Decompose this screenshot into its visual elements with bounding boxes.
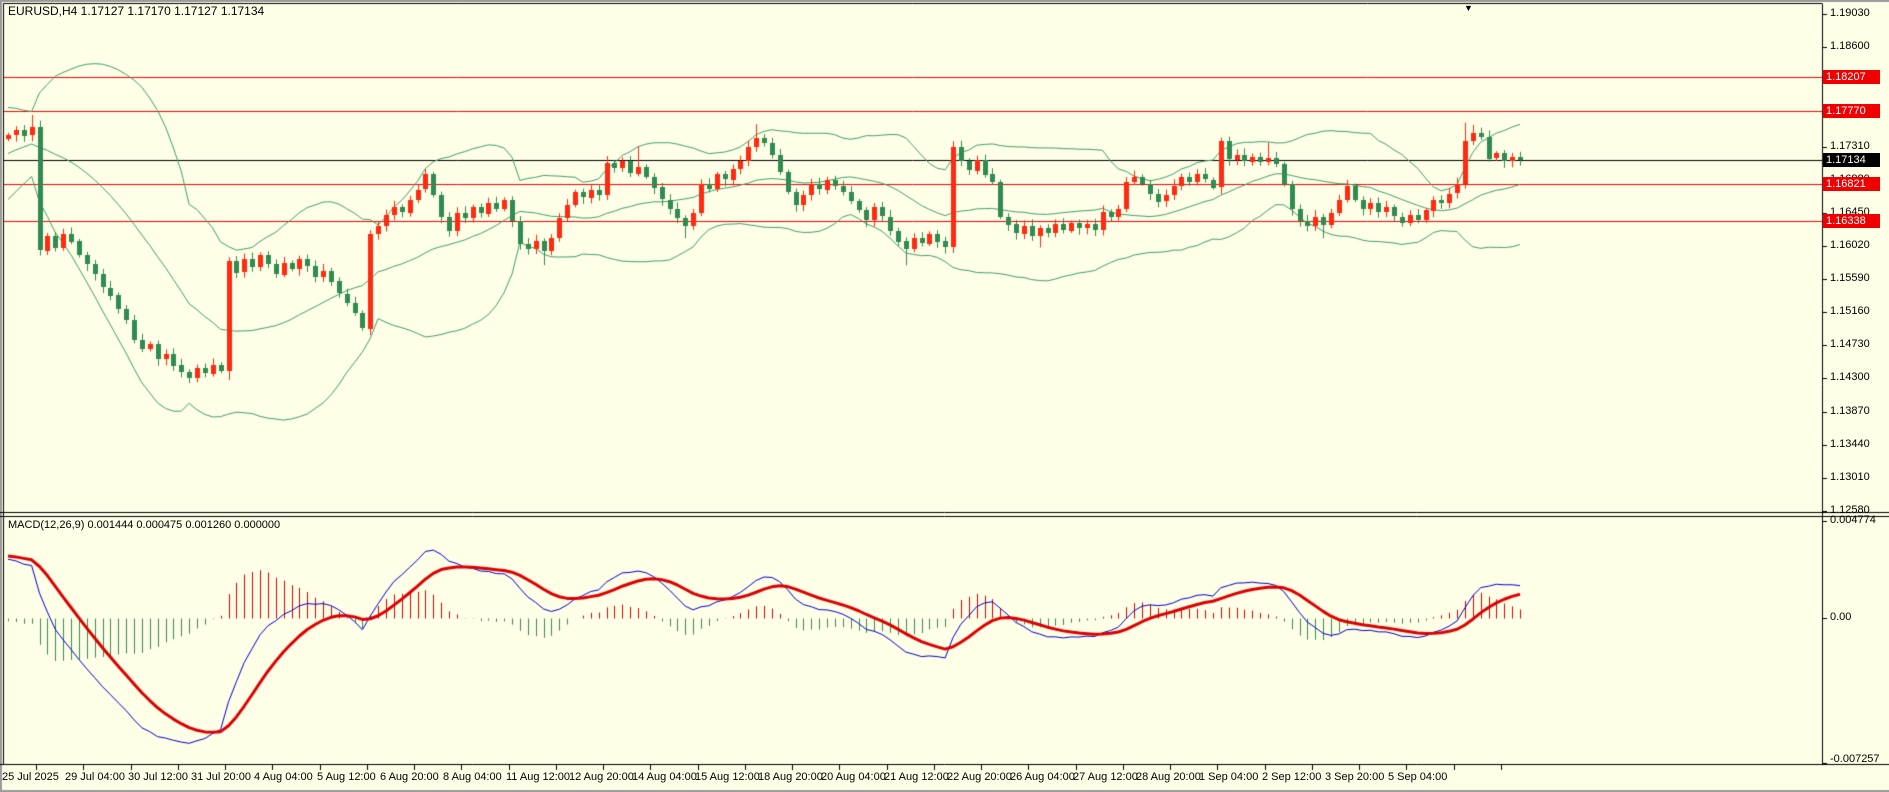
time-tick-label: 5 Sep 04:00 [1388, 771, 1447, 784]
time-tick-label: 18 Aug 20:00 [758, 771, 823, 784]
macd-axis-zero-label: 0.00 [1830, 611, 1851, 624]
time-tick-label: 31 Jul 20:00 [191, 771, 251, 784]
time-tick-label: 26 Aug 04:00 [1010, 771, 1075, 784]
time-tick-label: 25 Jul 2025 [2, 771, 59, 784]
time-tick-label: 14 Aug 04:00 [632, 771, 697, 784]
time-tick-label: 22 Aug 20:00 [947, 771, 1012, 784]
level-price-tag[interactable]: 1.18207 [1823, 70, 1880, 84]
time-tick-label: 27 Aug 12:00 [1073, 771, 1138, 784]
chart-window: EURUSD,H4 1.17127 1.17170 1.17127 1.1713… [0, 0, 1889, 792]
time-tick-label: 21 Aug 12:00 [884, 771, 949, 784]
time-tick-label: 8 Aug 04:00 [443, 771, 502, 784]
macd-axis-min-label: -0.007257 [1830, 753, 1880, 766]
price-tick-label: 1.15590 [1830, 272, 1870, 285]
time-tick-label: 1 Sep 04:00 [1199, 771, 1258, 784]
level-price-tag[interactable]: 1.16338 [1823, 214, 1880, 228]
time-tick-label: 12 Aug 20:00 [569, 771, 634, 784]
price-tick-label: 1.13440 [1830, 438, 1870, 451]
price-tick-label: 1.16020 [1830, 239, 1870, 252]
level-price-tag[interactable]: 1.16821 [1823, 177, 1880, 191]
time-tick-label: 15 Aug 12:00 [695, 771, 760, 784]
price-tick-label: 1.13870 [1830, 405, 1870, 418]
macd-indicator-label: MACD(12,26,9) 0.001444 0.000475 0.001260… [8, 519, 280, 532]
time-tick-label: 30 Jul 12:00 [128, 771, 188, 784]
level-price-tag[interactable]: 1.17770 [1823, 104, 1880, 118]
price-tick-label: 1.18600 [1830, 40, 1870, 53]
price-tick-label: 1.14730 [1830, 338, 1870, 351]
time-tick-label: 3 Sep 20:00 [1325, 771, 1384, 784]
time-tick-label: 4 Aug 04:00 [254, 771, 313, 784]
time-tick-label: 20 Aug 04:00 [821, 771, 886, 784]
time-tick-label: 5 Aug 12:00 [317, 771, 376, 784]
chart-title: EURUSD,H4 1.17127 1.17170 1.17127 1.1713… [8, 5, 264, 18]
time-tick-label: 2 Sep 12:00 [1262, 771, 1321, 784]
time-tick-label: 6 Aug 20:00 [380, 771, 439, 784]
price-tick-label: 1.19030 [1830, 7, 1870, 20]
time-tick-label: 28 Aug 20:00 [1136, 771, 1201, 784]
chart-shift-marker-icon: ▼ [1464, 4, 1473, 13]
price-tick-label: 1.12580 [1830, 504, 1870, 517]
price-tick-label: 1.17310 [1830, 140, 1870, 153]
time-tick-label: 29 Jul 04:00 [65, 771, 125, 784]
current-price-tag[interactable]: 1.17134 [1823, 153, 1880, 167]
price-chart-canvas[interactable] [0, 0, 1889, 792]
time-tick-label: 11 Aug 12:00 [506, 771, 570, 784]
price-tick-label: 1.15160 [1830, 305, 1870, 318]
price-tick-label: 1.13010 [1830, 471, 1870, 484]
price-tick-label: 1.14300 [1830, 371, 1870, 384]
